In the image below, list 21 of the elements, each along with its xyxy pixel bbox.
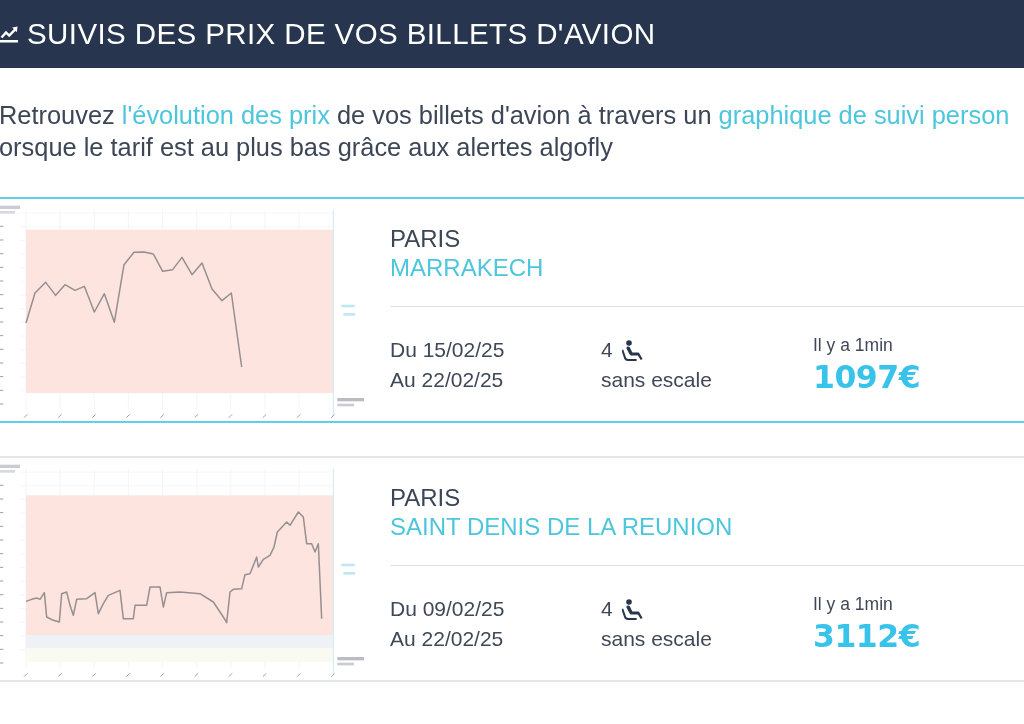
- stops-label: sans escale: [601, 367, 712, 393]
- line-chart-icon: [0, 25, 19, 43]
- destination-city: SAINT DENIS DE LA REUNION: [390, 512, 733, 541]
- price-value: 3112€: [813, 618, 921, 654]
- return-date: Au 22/02/25: [390, 367, 504, 393]
- departure-date: Du 09/02/25: [390, 596, 505, 622]
- page-title: SUIVIS DES PRIX DE VOS BILLETS D'AVION: [27, 17, 656, 51]
- destination-city: MARRAKECH: [390, 253, 544, 282]
- origin-city: PARIS: [390, 483, 461, 512]
- return-date: Au 22/02/25: [390, 626, 504, 652]
- seated-person-icon: [621, 339, 645, 361]
- seated-person-icon: [621, 598, 645, 620]
- passenger-count: 4: [601, 337, 613, 363]
- passenger-count: 4: [601, 596, 613, 622]
- stops-label: sans escale: [601, 626, 712, 652]
- updated-time: Il y a 1min: [813, 335, 893, 355]
- origin-city: PARIS: [390, 224, 461, 253]
- departure-date: Du 15/02/25: [390, 337, 505, 363]
- price-value: 1097€: [813, 359, 921, 395]
- updated-time: Il y a 1min: [813, 594, 893, 614]
- intro-text: Retrouvez l'évolution des prix de vos billets d'avion à travers un graphique de suivi person orsque le tarif est au plus bas grâce aux alertes algofly: [0, 100, 1010, 163]
